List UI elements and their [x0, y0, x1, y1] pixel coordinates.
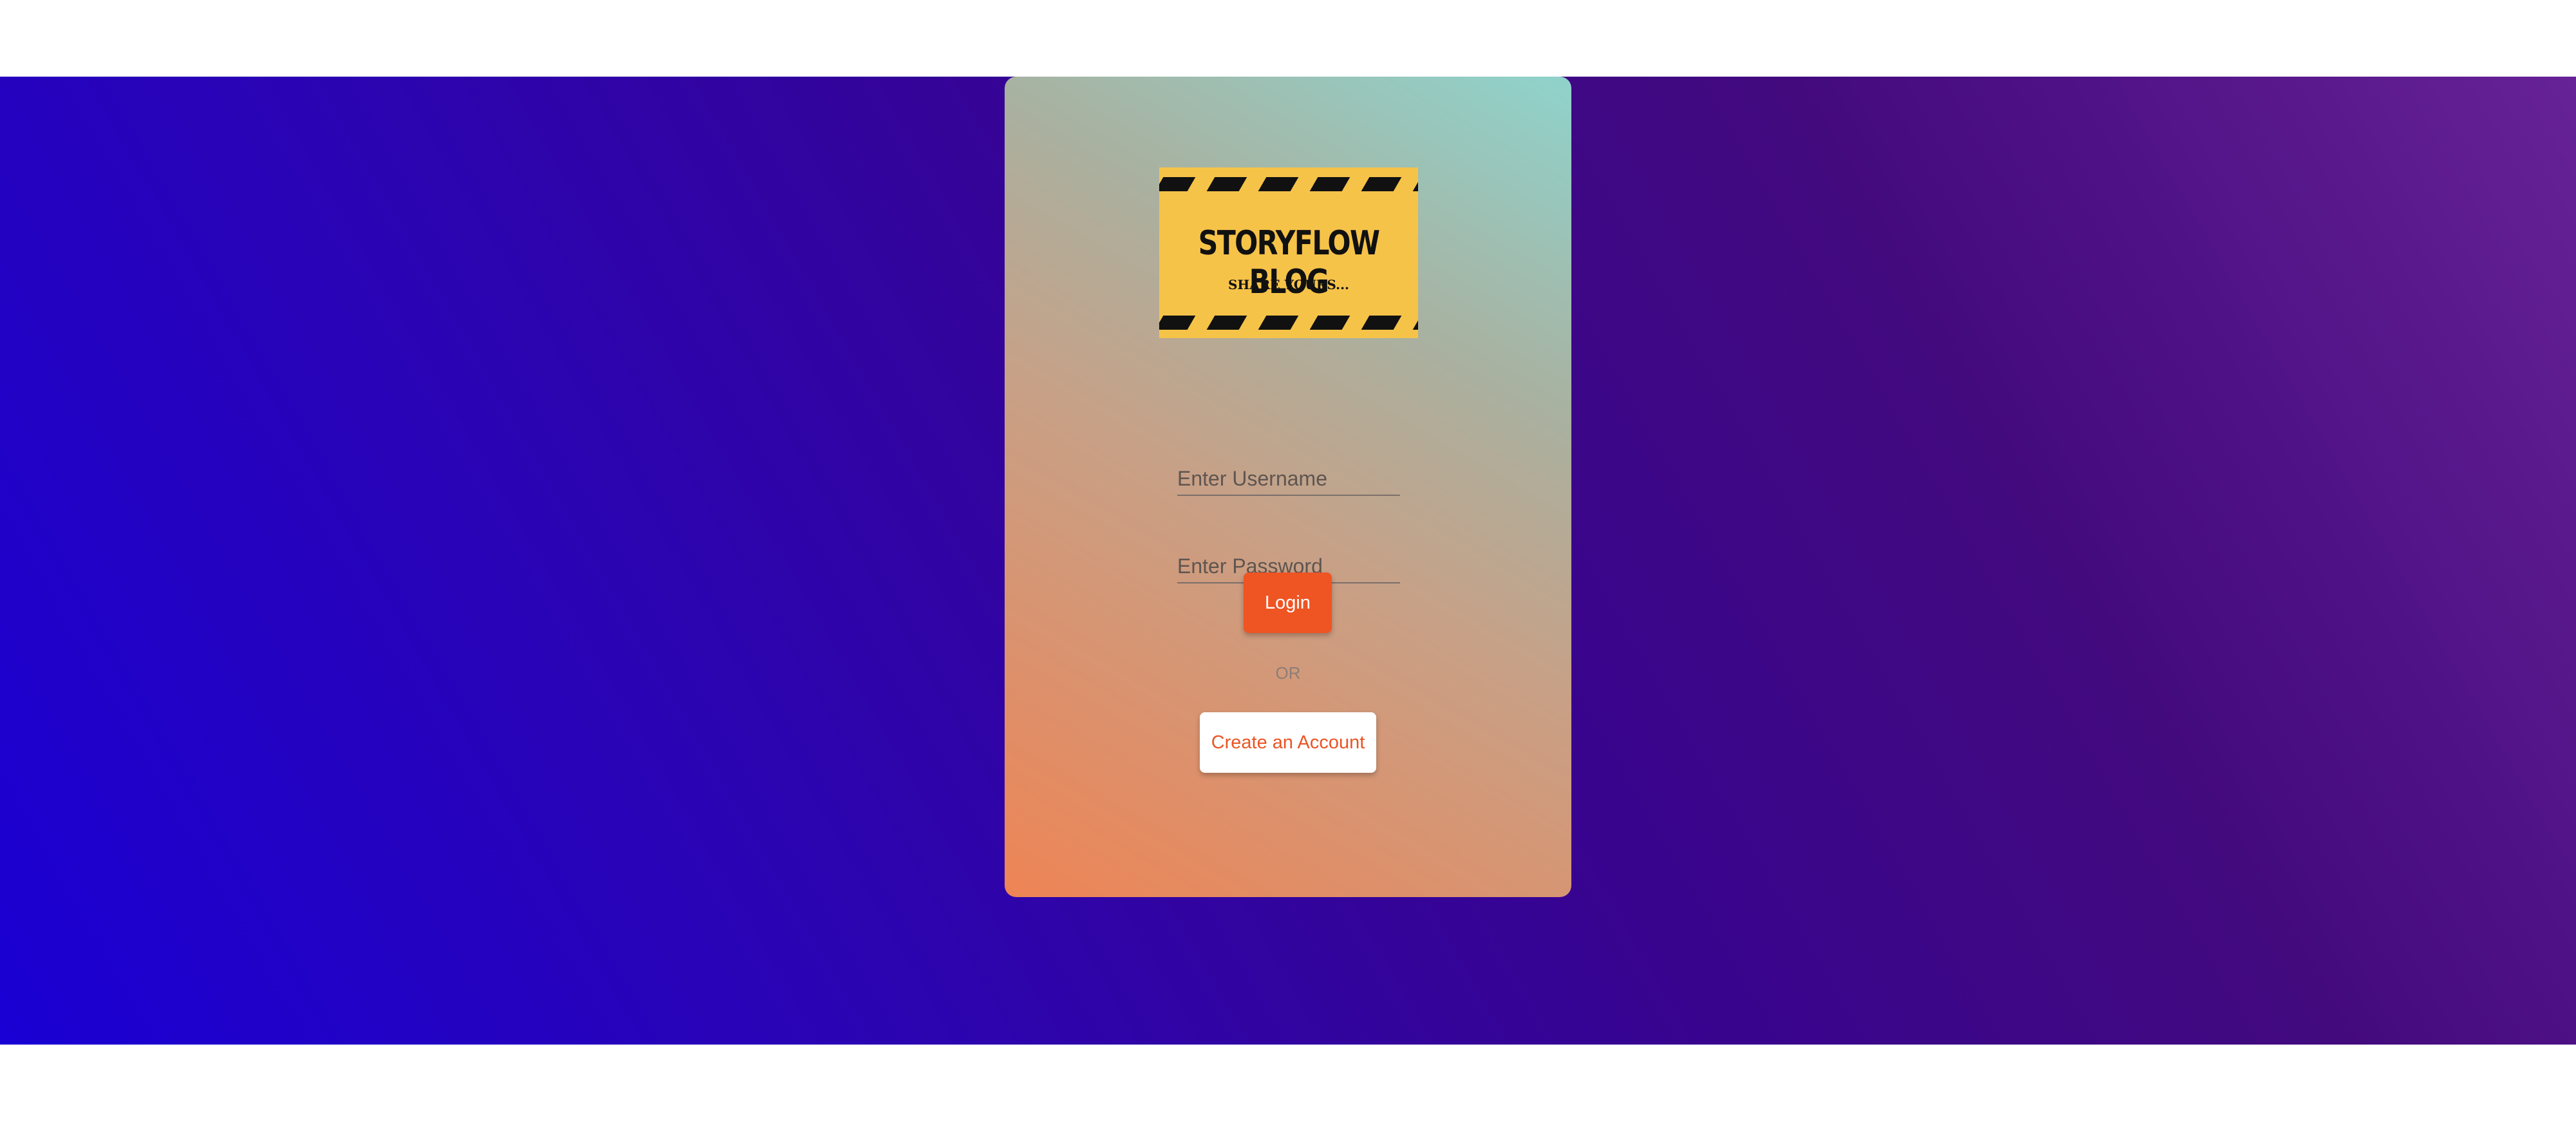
- username-field: [1177, 457, 1400, 496]
- login-card: STORYFLOW BLOG SHARE YOURS... Login OR C…: [1005, 77, 1571, 897]
- logo-subtitle: SHARE YOURS...: [1227, 277, 1350, 292]
- or-divider-text: OR: [1275, 663, 1301, 683]
- create-account-button[interactable]: Create an Account: [1200, 712, 1376, 773]
- username-input[interactable]: [1177, 467, 1400, 491]
- storyflow-blog-logo: STORYFLOW BLOG SHARE YOURS...: [1159, 167, 1418, 338]
- hazard-stripes-bottom: [1159, 316, 1418, 330]
- hazard-stripes-top: [1159, 177, 1418, 191]
- login-button[interactable]: Login: [1244, 573, 1332, 633]
